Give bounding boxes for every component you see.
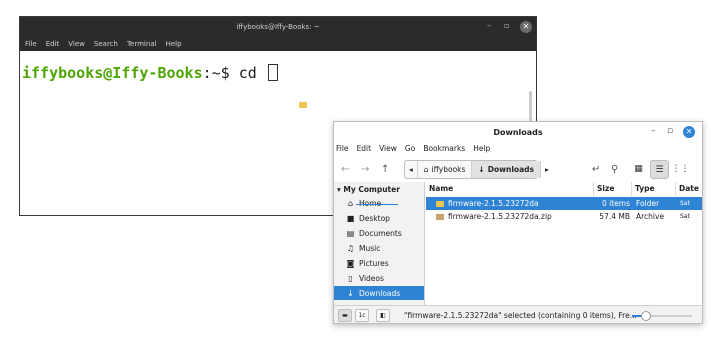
icon-view-icon[interactable]: ▦ bbox=[629, 160, 648, 179]
breadcrumb-downloads[interactable]: ↓ Downloads bbox=[472, 161, 541, 178]
file-name: firmware-2.1.5.23272da bbox=[436, 197, 592, 210]
menu-edit[interactable]: Edit bbox=[357, 144, 372, 158]
file-name-text: firmware-2.1.5.23272da bbox=[448, 199, 539, 208]
prompt-path: :~$ bbox=[202, 64, 239, 82]
file-date: Sat bbox=[680, 213, 690, 220]
film-icon: ▯ bbox=[348, 273, 353, 283]
menu-edit[interactable]: Edit bbox=[46, 40, 60, 48]
places-toggle-icon[interactable]: ▬ bbox=[338, 309, 352, 322]
search-icon[interactable]: ⚲ bbox=[611, 164, 618, 175]
statusbar: ▬ 1c ◧ "firmware-2.1.5.23272da" selected… bbox=[334, 305, 702, 323]
table-row[interactable]: firmware-2.1.5.23272da.zip 57.4 MB Archi… bbox=[426, 210, 702, 223]
terminal-menubar: File Edit View Search Terminal Help bbox=[20, 37, 536, 51]
sidebar-item-label: Music bbox=[359, 243, 381, 253]
file-name: firmware-2.1.5.23272da.zip bbox=[436, 210, 592, 223]
column-date[interactable]: Date bbox=[676, 182, 702, 196]
breadcrumb: ◂ ⌂ iffybooks ↓ Downloads ▸ bbox=[404, 160, 549, 179]
file-name-text: firmware-2.1.5.23272da.zip bbox=[448, 212, 552, 221]
sidebar-item-downloads[interactable]: ↓ Downloads bbox=[334, 286, 424, 300]
desktop-icon: ■ bbox=[346, 213, 355, 223]
hide-sidebar-icon[interactable]: ◧ bbox=[376, 309, 390, 322]
file-date: Sat bbox=[680, 200, 690, 207]
menu-file[interactable]: File bbox=[25, 40, 37, 48]
folder-icon bbox=[436, 201, 444, 207]
minimize-icon[interactable]: – bbox=[487, 21, 491, 30]
file-manager-menubar: File Edit View Go Bookmarks Help bbox=[334, 144, 490, 158]
menu-help[interactable]: Help bbox=[473, 144, 490, 158]
breadcrumb-label: Downloads bbox=[487, 165, 534, 174]
folder-icon bbox=[299, 102, 307, 108]
sidebar-item-music[interactable]: ♫ Music bbox=[334, 241, 424, 255]
breadcrumb-right-icon[interactable]: ▸ bbox=[541, 161, 553, 178]
sidebar-item-label: Videos bbox=[359, 273, 384, 283]
text-cursor bbox=[267, 64, 278, 81]
minimize-icon[interactable]: – bbox=[651, 126, 656, 136]
file-size: 0 items bbox=[601, 199, 630, 208]
menu-search[interactable]: Search bbox=[94, 40, 118, 48]
sidebar-item-label: Home bbox=[359, 198, 382, 208]
sidebar-item-label: Pictures bbox=[359, 258, 389, 268]
zoom-slider-handle[interactable] bbox=[641, 311, 651, 321]
sidebar-item-pictures[interactable]: ◙ Pictures bbox=[334, 256, 424, 270]
breadcrumb-label: iffybooks bbox=[431, 165, 466, 174]
file-list: Name Size Type Date firmware-2.1.5.23272… bbox=[426, 182, 702, 305]
terminal-title: iffybooks@Iffy-Books: ~ bbox=[236, 23, 320, 31]
file-type: Archive bbox=[636, 212, 665, 221]
file-size: 57.4 MB bbox=[599, 212, 630, 221]
sidebar-item-videos[interactable]: ▯ Videos bbox=[334, 271, 424, 285]
camera-icon: ◙ bbox=[346, 258, 355, 268]
toolbar: ← → ↑ ◂ ⌂ iffybooks ↓ Downloads ▸ ↵ ⚲ ▦ ☰ … bbox=[334, 159, 702, 181]
maximize-icon[interactable]: ▫ bbox=[667, 126, 673, 136]
terminal-prompt: iffybooks@Iffy-Books:~$ cd bbox=[22, 64, 278, 82]
menu-bookmarks[interactable]: Bookmarks bbox=[423, 144, 465, 158]
back-icon[interactable]: ← bbox=[341, 164, 349, 175]
music-icon: ♫ bbox=[346, 243, 355, 253]
download-icon: ↓ bbox=[347, 288, 354, 298]
sidebar-header-label: My Computer bbox=[343, 185, 400, 194]
sidebar-item-home[interactable]: ⌂ Home bbox=[334, 196, 424, 210]
sidebar-item-documents[interactable]: ▤ Documents bbox=[334, 226, 424, 240]
compact-view-icon[interactable]: ⋮⋮ bbox=[671, 160, 690, 179]
maximize-icon[interactable]: ▫ bbox=[504, 21, 509, 30]
archive-icon bbox=[436, 214, 444, 220]
file-manager-window[interactable]: Downloads – ▫ ✕ File Edit View Go Bookma… bbox=[333, 121, 703, 324]
sidebar-item-label: Documents bbox=[359, 228, 402, 238]
desktop: iffybooks@Iffy-Books: ~ – ▫ ✕ File Edit … bbox=[0, 0, 712, 339]
status-text: "firmware-2.1.5.23272da" selected (conta… bbox=[404, 311, 637, 320]
terminal-titlebar[interactable]: iffybooks@Iffy-Books: ~ – ▫ ✕ bbox=[20, 17, 536, 37]
list-view-icon[interactable]: ☰ bbox=[650, 160, 669, 179]
menu-go[interactable]: Go bbox=[405, 144, 415, 158]
open-terminal-icon[interactable]: ↵ bbox=[592, 164, 600, 175]
menu-terminal[interactable]: Terminal bbox=[127, 40, 157, 48]
menu-view[interactable]: View bbox=[68, 40, 85, 48]
file-type: Folder bbox=[636, 199, 660, 208]
sidebar-item-label: Desktop bbox=[359, 213, 390, 223]
prompt-user: iffybooks@Iffy-Books bbox=[22, 64, 203, 82]
home-icon: ⌂ bbox=[347, 198, 354, 208]
document-icon: ▤ bbox=[346, 228, 355, 238]
sidebar-item-label: Downloads bbox=[359, 288, 401, 298]
home-icon: ⌂ bbox=[423, 165, 429, 174]
up-icon[interactable]: ↑ bbox=[381, 164, 389, 175]
menu-help[interactable]: Help bbox=[166, 40, 182, 48]
column-size[interactable]: Size bbox=[594, 182, 632, 196]
column-type[interactable]: Type bbox=[632, 182, 676, 196]
table-row[interactable]: firmware-2.1.5.23272da 0 items Folder Sa… bbox=[426, 197, 702, 210]
download-icon: ↓ bbox=[478, 165, 485, 174]
terminal-command: cd bbox=[238, 64, 266, 82]
menu-view[interactable]: View bbox=[379, 144, 397, 158]
close-icon[interactable]: ✕ bbox=[520, 21, 532, 33]
file-manager-title: Downloads bbox=[493, 128, 543, 137]
breadcrumb-left-icon[interactable]: ◂ bbox=[405, 161, 418, 178]
column-name[interactable]: Name bbox=[426, 182, 594, 196]
sidebar-header[interactable]: ▾ My Computer bbox=[337, 185, 400, 194]
sidebar: ▾ My Computer ⌂ Home ■ Desktop ▤ Documents … bbox=[334, 182, 425, 305]
breadcrumb-home[interactable]: ⌂ iffybooks bbox=[418, 161, 473, 178]
forward-icon[interactable]: → bbox=[361, 164, 369, 175]
menu-file[interactable]: File bbox=[336, 144, 349, 158]
close-icon[interactable]: ✕ bbox=[683, 126, 695, 138]
home-underline bbox=[356, 204, 398, 205]
tree-toggle-button[interactable]: 1c bbox=[355, 309, 369, 322]
sidebar-item-desktop[interactable]: ■ Desktop bbox=[334, 211, 424, 225]
